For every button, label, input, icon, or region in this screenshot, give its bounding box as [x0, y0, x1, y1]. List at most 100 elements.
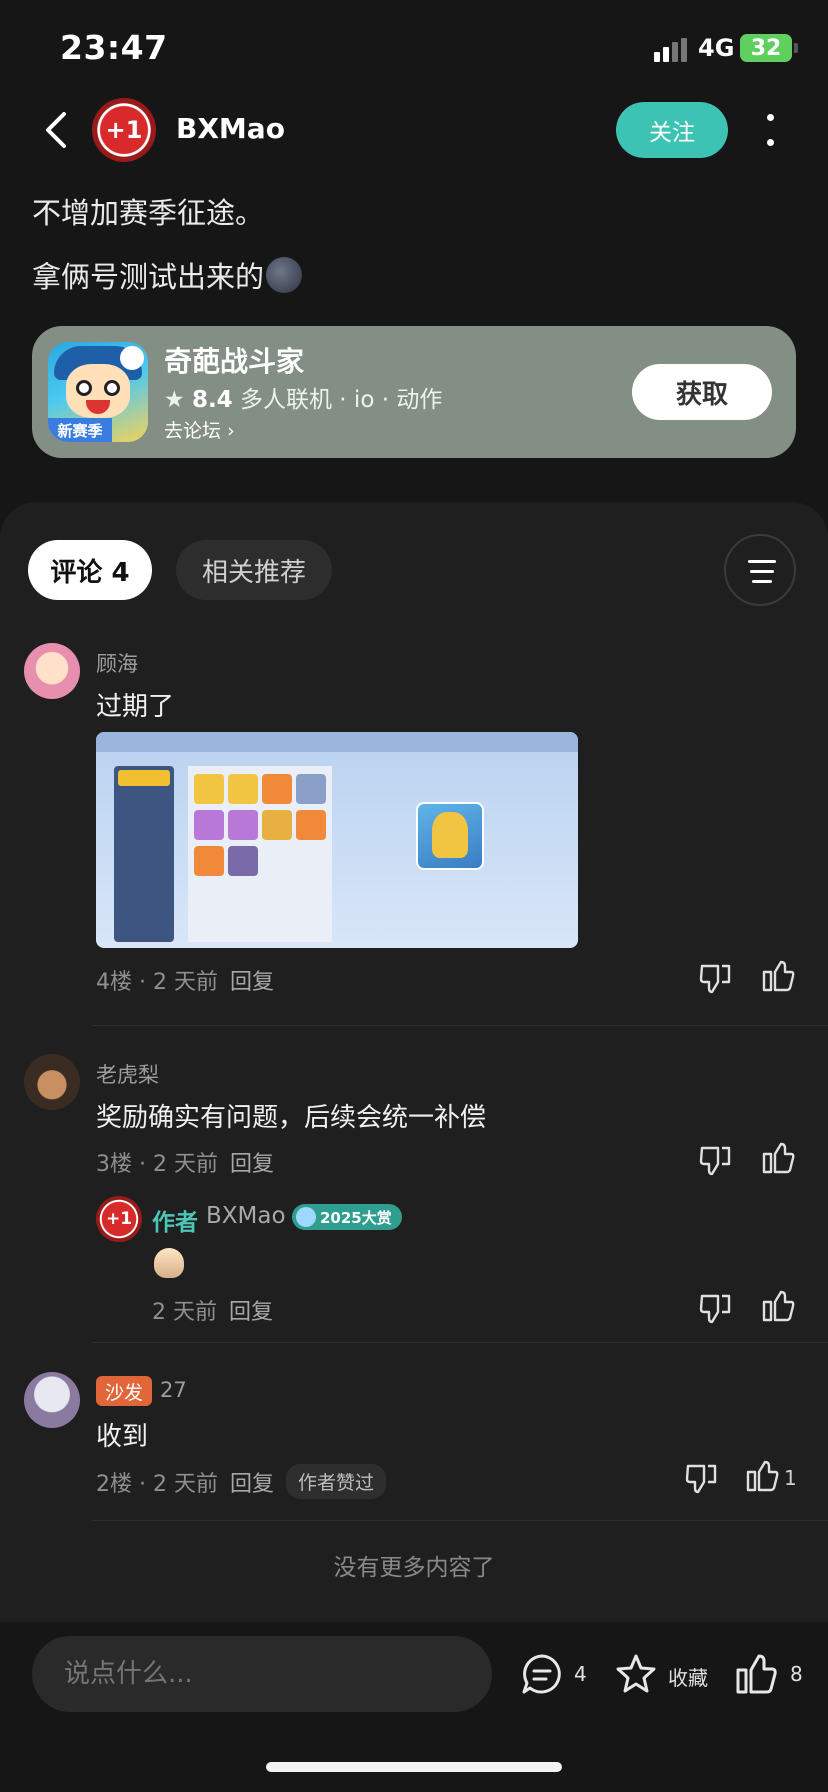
screenshot-tile: [296, 810, 326, 840]
screenshot-tile: [228, 846, 258, 876]
no-more-content: 没有更多内容了: [333, 1555, 495, 1581]
dislike-icon[interactable]: [698, 960, 734, 996]
game-tags: 多人联机 · io · 动作: [240, 387, 443, 413]
comment-time: 2 天前: [152, 1152, 218, 1177]
battery-level: 32: [750, 35, 782, 61]
game-icon-badge: [120, 346, 144, 370]
author-reply-name[interactable]: BXMao: [206, 1203, 286, 1229]
comment-icon[interactable]: [520, 1652, 564, 1696]
author-liked-badge: 作者赞过: [286, 1464, 387, 1499]
game-rating: 8.4: [191, 387, 233, 413]
comment-floor: 2楼: [96, 1472, 132, 1497]
reply-link[interactable]: 回复: [230, 970, 274, 995]
network-type: 4G: [698, 34, 735, 62]
screenshot-topbar: [96, 732, 578, 752]
comment-time: 2 天前: [152, 1472, 218, 1497]
like-count: 8: [790, 1662, 803, 1686]
screenshot-tile: [296, 774, 326, 804]
reply-link[interactable]: 回复: [229, 1300, 273, 1325]
screenshot-selected-tab: [118, 770, 170, 786]
reply-link[interactable]: 回复: [230, 1472, 274, 1497]
commenter-name[interactable]: 老虎梨: [96, 1059, 159, 1089]
comment-screenshot-image[interactable]: [96, 732, 578, 948]
screenshot-tile: [194, 846, 224, 876]
comment-meta: 3楼 · 2 天前 回复: [96, 1152, 274, 1177]
game-card[interactable]: 新赛季 奇葩战斗家 ★ 8.4 多人联机 · io · 动作 去论坛 › 获取: [32, 326, 796, 458]
trophy-icon: [432, 812, 468, 858]
game-icon-eye: [104, 380, 120, 396]
author-name[interactable]: BXMao: [176, 112, 285, 145]
status-time: 23:47: [60, 28, 168, 67]
forum-link-label: 去论坛: [164, 420, 222, 442]
battery-icon: 32: [740, 34, 792, 62]
screenshot-tile: [262, 774, 292, 804]
commenter-avatar[interactable]: [24, 1054, 80, 1110]
like-icon[interactable]: [760, 1140, 796, 1176]
like-icon[interactable]: [760, 1288, 796, 1324]
like-icon[interactable]: [744, 1458, 780, 1494]
home-indicator[interactable]: [266, 1762, 562, 1772]
screenshot-sidebar: [114, 766, 174, 942]
award-badge: 2025大赏: [292, 1204, 402, 1230]
post-header: +1 BXMao 关注: [0, 96, 828, 164]
author-avatar-text: +1: [105, 116, 143, 144]
more-options-icon[interactable]: [760, 110, 780, 150]
screenshot-trophy-card: [416, 802, 484, 870]
screenshot-tile: [262, 810, 292, 840]
star-icon: ★: [164, 387, 185, 413]
comment-time: 2 天前: [152, 970, 218, 995]
like-icon[interactable]: [760, 958, 796, 994]
star-favorite-icon[interactable]: [614, 1652, 658, 1696]
post-text-line-2: 拿俩号测试出来的: [32, 254, 303, 296]
reply-link[interactable]: 回复: [230, 1152, 274, 1177]
sofa-badge: 沙发: [96, 1376, 152, 1406]
status-bar: 23:47 4G 32: [0, 0, 828, 96]
comment-count: 4: [574, 1662, 587, 1686]
bottom-action-bar: 4 收藏 8: [0, 1622, 828, 1792]
commenter-name[interactable]: 顾海: [96, 648, 138, 678]
tab-comments[interactable]: 评论 4: [28, 540, 152, 600]
author-reply-avatar[interactable]: +1: [96, 1196, 142, 1242]
game-icon-ribbon: 新赛季: [48, 418, 112, 442]
comment-floor: 3楼: [96, 1152, 132, 1177]
author-tag: 作者: [152, 1210, 198, 1236]
commenter-avatar[interactable]: [24, 643, 80, 699]
comment-text: 收到: [96, 1422, 149, 1452]
comment-text: 过期了: [96, 692, 175, 722]
moon-emoji-icon: [266, 257, 303, 293]
post-text-line-1: 不增加赛季征途。: [32, 196, 265, 230]
sort-filter-icon[interactable]: [724, 534, 796, 606]
comment-input[interactable]: [32, 1636, 492, 1712]
back-icon[interactable]: [38, 110, 78, 150]
dislike-icon[interactable]: [698, 1290, 734, 1326]
get-game-button[interactable]: 获取: [632, 364, 772, 420]
like-post-icon[interactable]: [734, 1652, 778, 1696]
screenshot-tile: [194, 774, 224, 804]
game-app-icon[interactable]: 新赛季: [48, 342, 148, 442]
comment-meta: 2楼 · 2 天前 回复 作者赞过: [96, 1464, 387, 1499]
comment-text: 奖励确实有问题，后续会统一补偿: [96, 1103, 487, 1133]
tab-related[interactable]: 相关推荐: [176, 540, 332, 600]
author-reply-time: 2 天前: [152, 1300, 217, 1325]
comment-divider: [92, 1520, 828, 1521]
battery-tip: [794, 43, 798, 53]
favorite-label[interactable]: 收藏: [668, 1662, 708, 1691]
screenshot-tile: [194, 810, 224, 840]
comment-meta: 4楼 · 2 天前 回复: [96, 970, 274, 995]
commenter-name[interactable]: 27: [160, 1378, 187, 1402]
dislike-icon[interactable]: [684, 1460, 720, 1496]
author-avatar[interactable]: +1: [92, 98, 156, 162]
screenshot-tile: [228, 774, 258, 804]
chevron-right-icon: ›: [227, 420, 235, 442]
game-meta: ★ 8.4 多人联机 · io · 动作: [164, 380, 442, 414]
follow-button[interactable]: 关注: [616, 102, 728, 158]
author-reply-meta: 2 天前 回复: [152, 1294, 273, 1326]
game-icon-eye: [76, 380, 92, 396]
game-name[interactable]: 奇葩战斗家: [164, 340, 304, 380]
screenshot-tile: [228, 810, 258, 840]
signal-icon: [654, 38, 688, 62]
dislike-icon[interactable]: [698, 1142, 734, 1178]
commenter-avatar[interactable]: [24, 1372, 80, 1428]
go-to-forum-link[interactable]: 去论坛 ›: [164, 416, 235, 443]
comment-divider: [92, 1025, 828, 1026]
